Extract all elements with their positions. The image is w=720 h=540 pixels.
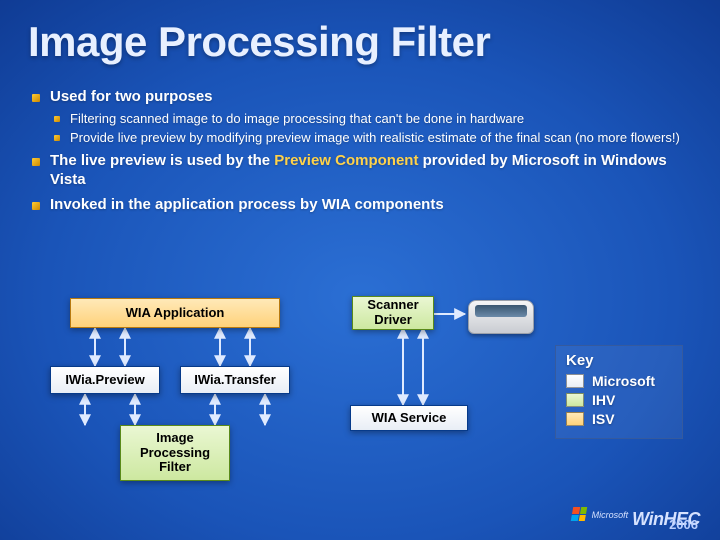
legend-row-microsoft: Microsoft [566,373,672,389]
bullet-1-text: Used for two purposes [50,88,213,105]
bullet-2-pre: The live preview is used by the [50,152,274,169]
legend-title: Key [566,352,672,369]
footer-brand: Microsoft WinHEC 2006 [572,507,700,530]
scanner-hardware-icon [468,300,534,334]
box-wia-service: WIA Service [350,405,468,431]
legend-row-ihv: IHV [566,392,672,408]
box-iwia-transfer: IWia.Transfer [180,366,290,394]
footer-year: 2006 [669,517,698,532]
bullet-2-highlight: Preview Component [274,152,418,169]
bullet-1b: Provide live preview by modifying previe… [50,130,692,146]
legend-row-isv: ISV [566,411,672,427]
box-image-processing-filter: Image Processing Filter [120,425,230,481]
box-wia-application: WIA Application [70,298,280,328]
microsoft-logo-icon [570,507,586,521]
architecture-diagram: WIA Application Scanner Driver IWia.Prev… [30,290,690,510]
slide-title: Image Processing Filter [28,18,692,66]
legend-label-microsoft: Microsoft [592,373,655,389]
legend-panel: Key Microsoft IHV ISV [555,345,683,439]
bullet-2: The live preview is used by the Preview … [28,152,692,190]
swatch-ihv [566,393,584,407]
bullet-list: Used for two purposes Filtering scanned … [28,88,692,215]
swatch-microsoft [566,374,584,388]
box-iwia-preview: IWia.Preview [50,366,160,394]
legend-label-isv: ISV [592,411,615,427]
legend-label-ihv: IHV [592,392,615,408]
box-scanner-driver: Scanner Driver [352,296,434,330]
bullet-1a: Filtering scanned image to do image proc… [50,111,692,127]
swatch-isv [566,412,584,426]
footer-company: Microsoft [592,510,629,520]
bullet-1: Used for two purposes Filtering scanned … [28,88,692,146]
bullet-3: Invoked in the application process by WI… [28,196,692,215]
